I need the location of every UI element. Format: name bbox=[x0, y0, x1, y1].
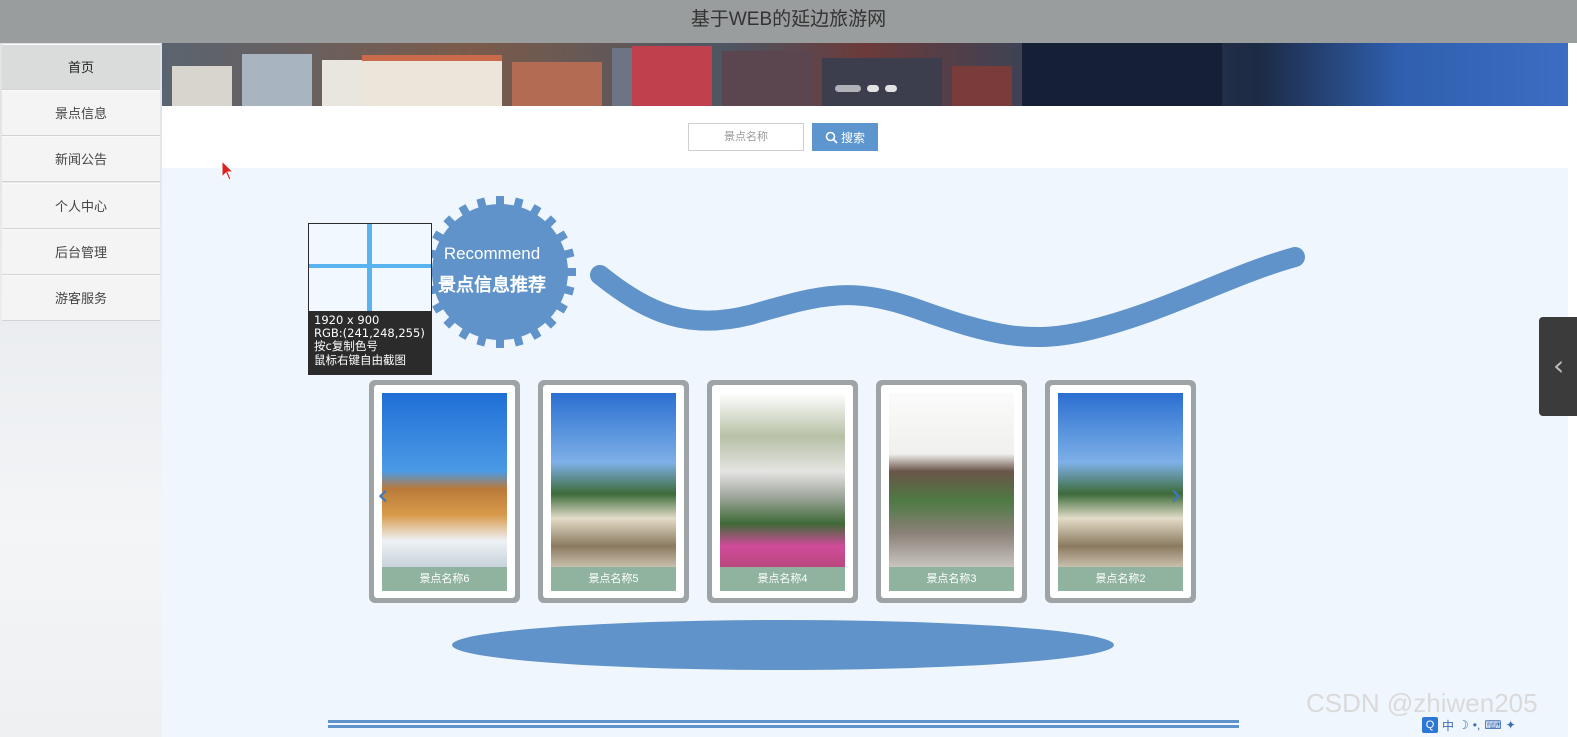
sidebar-item-news[interactable]: 新闻公告 bbox=[2, 136, 160, 182]
punctuation-icon[interactable]: •, bbox=[1473, 718, 1481, 732]
sidebar-item-admin[interactable]: 后台管理 bbox=[2, 229, 160, 275]
site-title: 基于WEB的延边旅游网 bbox=[690, 9, 887, 30]
capture-hint: 鼠标右键自由截图 bbox=[314, 353, 406, 367]
recommend-title-cn: 景点信息推荐 bbox=[438, 275, 546, 295]
attraction-photo[interactable] bbox=[1058, 393, 1183, 567]
sidebar-item-visitor-service[interactable]: 游客服务 bbox=[2, 275, 160, 321]
attraction-card[interactable]: 景点名称3 bbox=[876, 380, 1027, 603]
attraction-name[interactable]: 景点名称4 bbox=[720, 567, 845, 591]
decorative-line bbox=[328, 720, 1239, 728]
attraction-photo[interactable] bbox=[720, 393, 845, 567]
attraction-photo[interactable] bbox=[551, 393, 676, 567]
ime-toolbar[interactable]: Q 中 ☽ •, ⌨ ✦ bbox=[1422, 715, 1572, 735]
search-button-label: 搜索 bbox=[840, 130, 865, 145]
banner-dot[interactable] bbox=[835, 85, 861, 92]
decorative-wave bbox=[590, 247, 1305, 347]
banner-dot[interactable] bbox=[867, 85, 879, 92]
moon-icon[interactable]: ☽ bbox=[1458, 718, 1469, 732]
decorative-ellipse bbox=[452, 620, 1114, 670]
sidebar: 首页 景点信息 新闻公告 个人中心 后台管理 游客服务 bbox=[0, 43, 162, 737]
search-input[interactable] bbox=[688, 123, 804, 151]
settings-icon[interactable]: ✦ bbox=[1506, 718, 1516, 732]
keyboard-icon[interactable]: ⌨ bbox=[1484, 718, 1501, 732]
sidebar-item-home[interactable]: 首页 bbox=[2, 44, 160, 90]
banner-pagination bbox=[835, 85, 897, 92]
crosshair-horizontal bbox=[309, 264, 431, 268]
attraction-photo[interactable] bbox=[889, 393, 1014, 567]
sidebar-item-personal-center[interactable]: 个人中心 bbox=[2, 183, 160, 229]
ime-logo-icon[interactable]: Q bbox=[1422, 717, 1438, 733]
mouse-cursor-icon bbox=[221, 160, 235, 181]
chevron-right-icon[interactable]: › bbox=[1170, 478, 1182, 513]
attraction-photo[interactable] bbox=[382, 393, 507, 567]
attraction-name[interactable]: 景点名称2 bbox=[1058, 567, 1183, 591]
recommend-title-en: Recommend bbox=[443, 244, 541, 263]
chevron-left-icon: ‹ bbox=[1553, 349, 1565, 382]
copy-color-hint: 按c复制色号 bbox=[314, 339, 378, 353]
attraction-name[interactable]: 景点名称5 bbox=[551, 567, 676, 591]
screenshot-tool-overlay: 1920 x 900 RGB:(241,248,255) 按c复制色号 鼠标右键… bbox=[308, 223, 432, 375]
top-bar: 基于WEB的延边旅游网 bbox=[0, 0, 1577, 43]
banner-dot[interactable] bbox=[885, 85, 897, 92]
attraction-card[interactable]: 景点名称4 bbox=[707, 380, 858, 603]
side-panel-toggle[interactable]: ‹ bbox=[1539, 317, 1577, 416]
attraction-name[interactable]: 景点名称3 bbox=[889, 567, 1014, 591]
search-button[interactable]: 搜索 bbox=[812, 123, 878, 151]
ime-mode-label[interactable]: 中 bbox=[1442, 717, 1454, 734]
attraction-card[interactable]: 景点名称5 bbox=[538, 380, 689, 603]
search-icon bbox=[825, 131, 838, 144]
chevron-left-icon[interactable]: ‹ bbox=[377, 478, 389, 513]
banner-carousel[interactable] bbox=[162, 43, 1568, 106]
attraction-card[interactable]: 景点名称6 bbox=[369, 380, 520, 603]
sidebar-item-attractions[interactable]: 景点信息 bbox=[2, 90, 160, 136]
attraction-name[interactable]: 景点名称6 bbox=[382, 567, 507, 591]
